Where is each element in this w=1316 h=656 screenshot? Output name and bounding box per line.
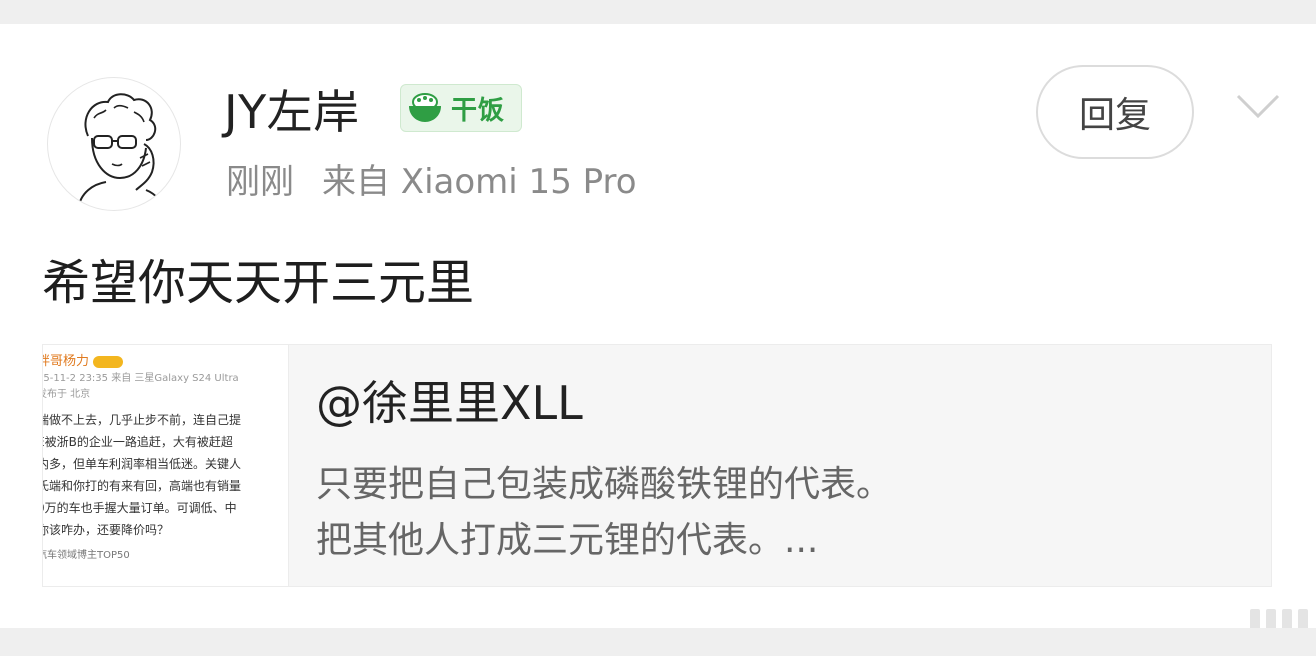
- thumbnail-meta-time: 25-11-2 23:35 来自 三星Galaxy S24 Ultra: [43, 373, 239, 384]
- quoted-text-line: 把其他人打成三元锂的代表。...: [316, 520, 819, 561]
- top-separator: [0, 0, 1316, 24]
- post-source: 来自 Xiaomi 15 Pro: [322, 162, 637, 202]
- badge-label: 干饭: [451, 95, 506, 126]
- author-name[interactable]: JY左岸: [224, 84, 360, 140]
- avatar[interactable]: [47, 77, 181, 211]
- quoted-text-line: 只要把自己包装成磷酸铁锂的代表。: [316, 464, 893, 505]
- thumbnail-line: 0万的车也手握大量订单。可调低、中: [43, 501, 237, 515]
- thumbnail-line: 你该咋办，还要降价吗？: [43, 523, 170, 537]
- bottom-separator: [0, 628, 1316, 656]
- post-time: 刚刚: [226, 162, 294, 202]
- thumbnail-footer: 汽车领域博主TOP50: [43, 550, 130, 561]
- thumbnail-body: 端做不上去，几乎止步不前，连自己提 E被浙B的企业一路追赶，大有被赶超 内多，但…: [43, 409, 288, 541]
- post-meta: 刚刚 来自 Xiaomi 15 Pro: [226, 160, 637, 204]
- reply-button[interactable]: 回复: [1036, 65, 1194, 159]
- thumbnail-line: 氏端和你打的有来有回，高端也有销量: [43, 479, 242, 493]
- thumbnail-line: E被浙B的企业一路追赶，大有被赶超: [43, 435, 233, 449]
- rice-bowl-icon: [409, 93, 441, 122]
- thumbnail-meta-location: 发布于 北京: [43, 389, 91, 400]
- user-badge[interactable]: 干饭: [400, 84, 522, 132]
- quoted-author[interactable]: @徐里里XLL: [316, 374, 583, 432]
- avatar-illustration: [77, 93, 165, 210]
- crown-badge-icon: [93, 355, 124, 368]
- comment-text: 希望你天天开三元里: [42, 255, 475, 311]
- quoted-post-thumbnail[interactable]: 胖哥杨力 25-11-2 23:35 来自 三星Galaxy S24 Ultra…: [43, 345, 289, 586]
- chevron-down-icon[interactable]: [1236, 92, 1280, 120]
- thumbnail-line: 内多，但单车利润率相当低迷。关键人: [43, 457, 242, 471]
- thumbnail-author: 胖哥杨力: [43, 353, 288, 371]
- thumbnail-line: 端做不上去，几乎止步不前，连自己提: [43, 413, 242, 427]
